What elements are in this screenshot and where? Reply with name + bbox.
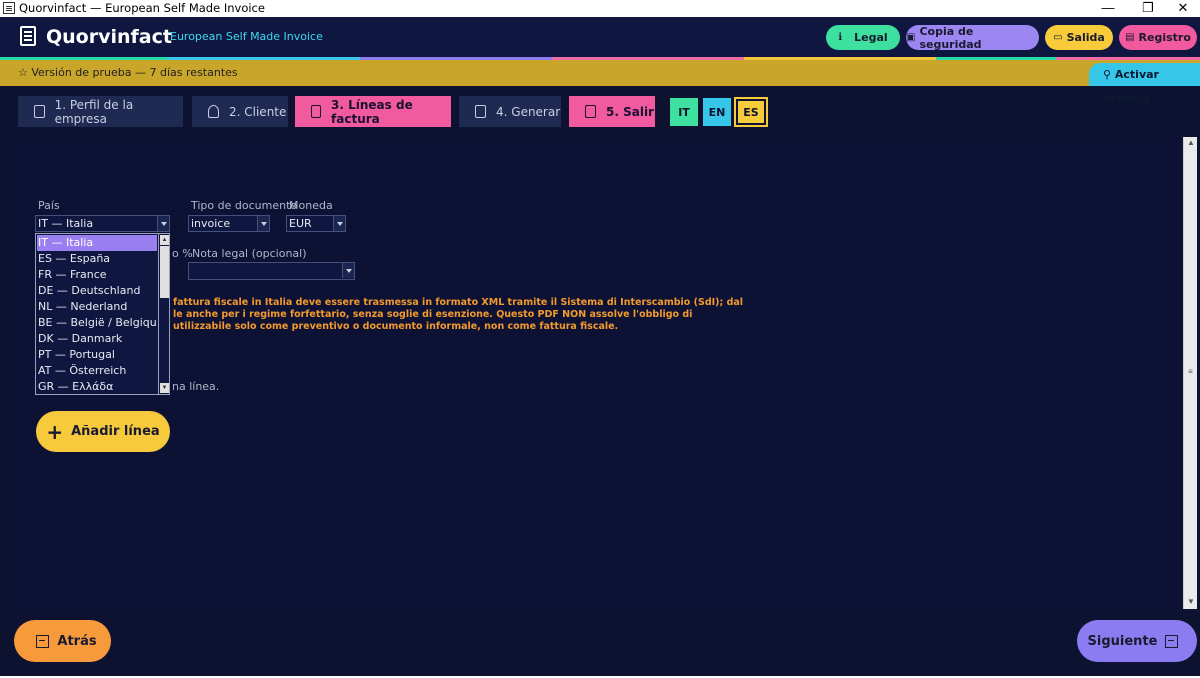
- key-icon: ⚲: [1103, 68, 1115, 81]
- plus-icon: +: [46, 419, 64, 444]
- trial-text-row: ☆ Versión de prueba — 7 días restantes: [18, 66, 238, 79]
- arrow-left-icon: [36, 634, 50, 648]
- warning-line-1: fattura fiscale in Italia deve essere tr…: [173, 297, 744, 308]
- country-select[interactable]: IT — Italia: [35, 215, 170, 232]
- footer-bar: [0, 609, 1200, 678]
- country-option[interactable]: DK — Danmark: [37, 331, 157, 347]
- tab-exit-label: 5. Salir: [606, 104, 654, 119]
- building-icon: [34, 105, 45, 118]
- output-button-label: Salida: [1066, 31, 1105, 44]
- app-brand: Quorvinfact: [46, 26, 172, 48]
- vat-label: o %: [172, 247, 193, 260]
- user-icon: [208, 105, 219, 118]
- content-scrollbar[interactable]: ▲ ≡ ▼: [1183, 137, 1197, 609]
- output-button[interactable]: ▭ Salida: [1045, 25, 1113, 50]
- window-titlebar: Quorvinfact — European Self Made Invoice…: [0, 0, 1200, 17]
- tab-generate[interactable]: 4. Generar: [459, 96, 561, 127]
- chevron-down-icon: [342, 263, 354, 278]
- country-select-value: IT — Italia: [38, 217, 94, 230]
- tab-generate-label: 4. Generar: [496, 104, 561, 119]
- chevron-down-icon: [257, 216, 269, 231]
- legal-button-label: Legal: [854, 31, 888, 44]
- warning-line-2: le anche per i regime forfettario, senza…: [173, 309, 693, 320]
- back-button[interactable]: Atrás: [14, 620, 111, 662]
- country-dropdown-list[interactable]: IT — Italia ES — España FR — France DE —…: [35, 233, 170, 395]
- folder-icon: ▭: [1053, 32, 1063, 43]
- window-title: Quorvinfact — European Self Made Invoice: [19, 1, 265, 15]
- star-icon: ☆: [18, 66, 32, 79]
- app-window-icon: [3, 2, 15, 14]
- country-option[interactable]: DE — Deutschland: [37, 283, 157, 299]
- doctype-label: Tipo de documento: [191, 199, 298, 212]
- lang-es-button[interactable]: ES: [734, 97, 768, 127]
- close-button[interactable]: ✕: [1160, 0, 1200, 17]
- lang-en-button[interactable]: EN: [703, 98, 731, 126]
- tab-invoice-lines[interactable]: 3. Líneas de factura: [295, 96, 451, 127]
- dropdown-scroll-down-icon[interactable]: ▼: [160, 383, 169, 393]
- exit-icon: [585, 105, 596, 118]
- tab-company-profile[interactable]: 1. Perfil de la empresa: [18, 96, 183, 127]
- activate-license-button[interactable]: ⚲ Activar licencia: [1089, 63, 1200, 105]
- log-icon: ▤: [1125, 32, 1135, 43]
- legal-note-label: Nota legal (opcional): [192, 247, 307, 260]
- arrow-right-icon: [1165, 634, 1179, 648]
- scroll-up-arrow-icon[interactable]: ▲: [1184, 137, 1198, 149]
- content-panel: [14, 137, 1182, 609]
- currency-select[interactable]: EUR: [286, 215, 346, 232]
- country-option[interactable]: FR — France: [37, 267, 157, 283]
- tab-exit[interactable]: 5. Salir: [569, 96, 655, 127]
- save-icon: ▣: [906, 32, 916, 43]
- app-subtitle: European Self Made Invoice: [170, 30, 323, 43]
- scroll-thumb[interactable]: ≡: [1185, 368, 1196, 376]
- invoice-logo-icon: [20, 26, 36, 46]
- back-button-label: Atrás: [57, 633, 97, 649]
- currency-label: Moneda: [289, 199, 333, 212]
- country-option[interactable]: AT — Österreich: [37, 363, 157, 379]
- chevron-down-icon: [333, 216, 345, 231]
- country-option[interactable]: BE — België / Belgique: [37, 315, 157, 331]
- tab-client[interactable]: 2. Cliente: [192, 96, 288, 127]
- dropdown-scroll-thumb[interactable]: [160, 246, 169, 298]
- doctype-select-value: invoice: [191, 217, 231, 230]
- next-button[interactable]: Siguiente: [1077, 620, 1197, 662]
- lines-hint: na línea.: [172, 380, 220, 393]
- next-button-label: Siguiente: [1087, 633, 1158, 649]
- doctype-select[interactable]: invoice: [188, 215, 270, 232]
- info-icon: ℹ: [838, 32, 843, 43]
- dropdown-scroll-up-icon[interactable]: ▲: [160, 235, 169, 245]
- tab-client-label: 2. Cliente: [229, 104, 287, 119]
- add-line-label: Añadir línea: [71, 424, 160, 439]
- country-option[interactable]: PT — Portugal: [37, 347, 157, 363]
- lang-it-button[interactable]: IT: [670, 98, 698, 126]
- legal-button[interactable]: ℹ Legal: [826, 25, 900, 50]
- tab-invoice-lines-label: 3. Líneas de factura: [331, 97, 413, 126]
- country-option[interactable]: GR — Ελλάδα: [37, 379, 157, 395]
- document-icon: [475, 105, 486, 118]
- country-option[interactable]: ES — España: [37, 251, 157, 267]
- country-option[interactable]: NL — Nederland: [37, 299, 157, 315]
- dropdown-scrollbar[interactable]: ▲ ▼: [158, 234, 169, 394]
- trial-banner: ☆ Versión de prueba — 7 días restantes ⚲…: [0, 60, 1200, 105]
- backup-button[interactable]: ▣ Copia de seguridad: [906, 24, 1039, 51]
- scroll-down-arrow-icon[interactable]: ▼: [1184, 596, 1198, 608]
- backup-button-label: Copia de seguridad: [919, 24, 982, 51]
- currency-select-value: EUR: [289, 217, 312, 230]
- country-label: País: [38, 199, 60, 212]
- log-button-label: Registro: [1138, 31, 1191, 44]
- warning-line-3: utilizzabile solo come preventivo o docu…: [173, 321, 619, 332]
- app-header: Quorvinfact European Self Made Invoice ℹ…: [0, 17, 1200, 57]
- list-icon: [311, 105, 322, 118]
- country-option[interactable]: IT — Italia: [37, 235, 157, 251]
- tab-company-profile-label: 1. Perfil de la empresa: [54, 97, 134, 126]
- legal-note-select[interactable]: [188, 262, 355, 280]
- log-button[interactable]: ▤ Registro: [1119, 25, 1197, 50]
- chevron-down-icon: [157, 216, 169, 231]
- add-line-button[interactable]: + Añadir línea: [36, 411, 170, 452]
- trial-text: Versión de prueba — 7 días restantes: [31, 66, 238, 79]
